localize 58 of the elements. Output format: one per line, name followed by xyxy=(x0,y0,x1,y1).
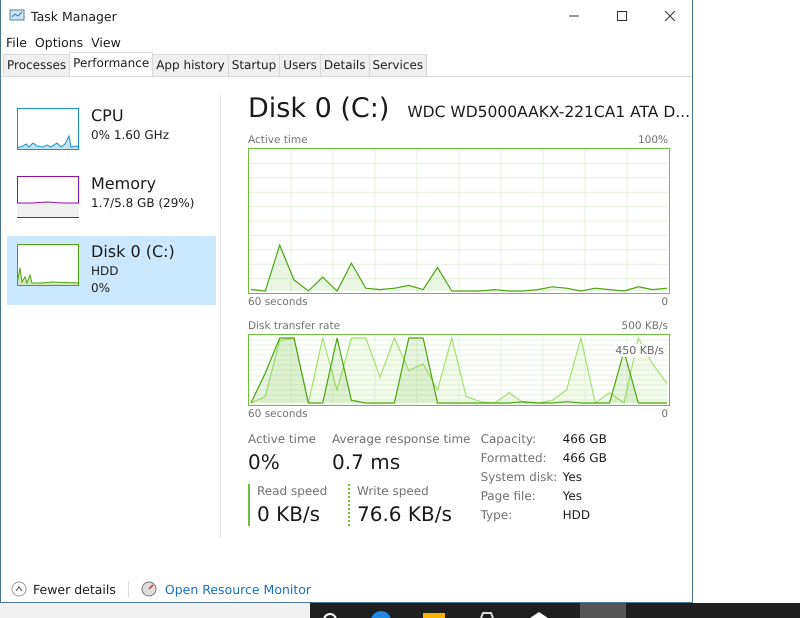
tab[interactable]: Users xyxy=(279,54,321,76)
device-reading: 0% 1.60 GHz xyxy=(91,128,170,142)
graph-max-label: 500 KB/s xyxy=(622,319,668,334)
property-label: Formatted: xyxy=(480,451,548,465)
chevron-up-icon xyxy=(11,581,27,597)
menu-item[interactable]: Options xyxy=(34,34,84,50)
sidebar-item[interactable]: CPU 0% 1.60 GHz xyxy=(7,100,216,156)
window-title: Task Manager xyxy=(31,8,117,24)
graph-title: Active time xyxy=(248,133,308,148)
property-value: Yes xyxy=(562,470,583,484)
stat-value: 0% xyxy=(248,450,281,474)
menu-item[interactable]: File xyxy=(6,34,27,50)
property-label: Page file: xyxy=(480,489,537,503)
stat-label: Active time xyxy=(248,432,316,446)
tab[interactable]: Processes xyxy=(3,54,70,76)
device-reading: 0% xyxy=(91,281,112,295)
sidebar-item[interactable]: Disk 0 (C:) HDD 0% xyxy=(7,236,216,305)
scale-label: 450 KB/s xyxy=(615,344,664,357)
close-icon[interactable] xyxy=(664,10,676,22)
property-label: Capacity: xyxy=(480,432,538,446)
property-label: System disk: xyxy=(480,470,558,484)
device-reading: HDD xyxy=(91,264,120,278)
stat-value: 0.7 ms xyxy=(332,450,402,474)
open-resource-monitor-link[interactable]: Open Resource Monitor xyxy=(164,582,312,596)
x-axis-label: 60 seconds xyxy=(248,295,308,310)
property-value: HDD xyxy=(562,508,592,522)
device-name: Memory xyxy=(91,174,158,193)
property-value: 466 GB xyxy=(562,451,607,465)
tab[interactable]: Details xyxy=(320,54,370,76)
stat-value: 76.6 KB/s xyxy=(357,502,452,526)
stat-label: Average response time xyxy=(332,432,471,446)
graph-min-label: 0 xyxy=(661,407,668,422)
graph-min-label: 0 xyxy=(661,295,668,310)
x-axis-label: 60 seconds xyxy=(248,407,308,422)
property-value: Yes xyxy=(562,489,583,503)
property-value: 466 GB xyxy=(562,432,607,446)
device-name: Disk 0 (C:) xyxy=(91,242,175,261)
tab[interactable]: Startup xyxy=(228,54,280,76)
disk-model: WDC WD5000AAKX-221CA1 ATA D... xyxy=(407,103,690,121)
diamond-icon[interactable] xyxy=(528,610,550,618)
folder-icon[interactable] xyxy=(422,610,446,618)
device-reading: 1.7/5.8 GB (29%) xyxy=(91,196,194,210)
disk-title: Disk 0 (C:) xyxy=(248,93,390,124)
monitor-icon xyxy=(9,9,25,23)
graph-title: Disk transfer rate xyxy=(248,319,340,334)
fewer-details-button[interactable]: Fewer details xyxy=(11,581,116,597)
property-label: Type: xyxy=(480,508,514,522)
device-name: CPU xyxy=(91,106,125,125)
gauge-icon xyxy=(140,581,157,597)
stat-label: Read speed xyxy=(257,484,328,498)
menu-item[interactable]: View xyxy=(91,34,121,50)
sidebar-item[interactable]: Memory 1.7/5.8 GB (29%) xyxy=(7,168,216,224)
tab[interactable]: App history xyxy=(152,54,229,76)
stat-value: 0 KB/s xyxy=(257,502,322,526)
tab[interactable]: Services xyxy=(368,54,428,76)
stat-label: Write speed xyxy=(357,484,430,498)
graph-max-label: 100% xyxy=(638,133,668,148)
maximize-icon[interactable] xyxy=(616,10,628,22)
